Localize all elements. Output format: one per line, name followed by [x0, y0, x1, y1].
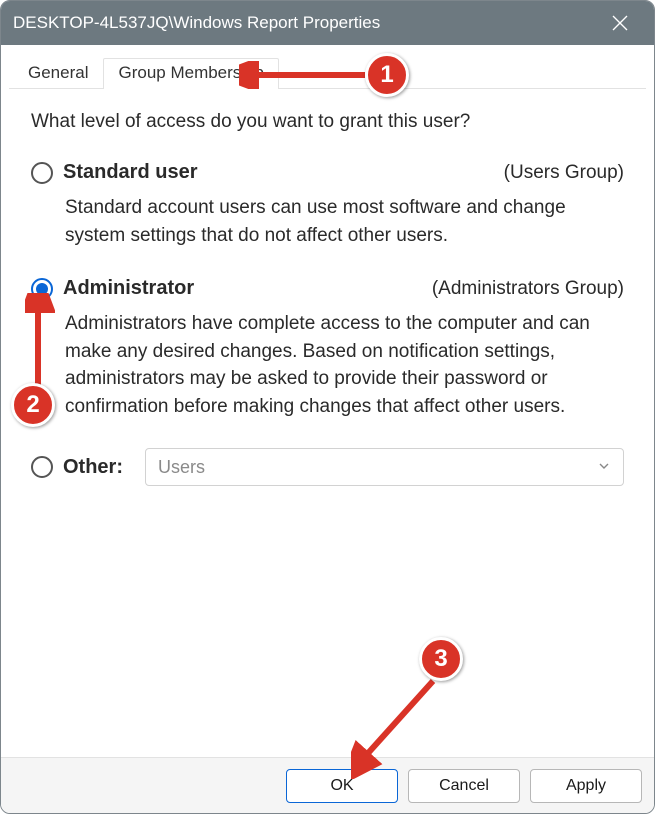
cancel-button[interactable]: Cancel	[408, 769, 520, 803]
properties-dialog: DESKTOP-4L537JQ\Windows Report Propertie…	[0, 0, 655, 814]
radio-standard-user[interactable]	[31, 162, 53, 184]
tab-group-membership[interactable]: Group Membership	[103, 58, 279, 89]
administrator-description: Administrators have complete access to t…	[65, 310, 624, 420]
chevron-down-icon	[597, 457, 611, 478]
dialog-button-bar: OK Cancel Apply	[1, 757, 654, 813]
tab-strip: General Group Membership	[1, 45, 654, 88]
tab-general[interactable]: General	[13, 58, 103, 89]
radio-administrator[interactable]	[31, 278, 53, 300]
annotation-badge-1: 1	[365, 53, 409, 97]
ok-button[interactable]: OK	[286, 769, 398, 803]
radio-row-other: Other: Users	[31, 448, 624, 486]
radio-administrator-label: Administrator	[63, 277, 194, 300]
annotation-badge-2: 2	[11, 383, 55, 427]
radio-other[interactable]	[31, 456, 53, 478]
radio-other-label: Other:	[63, 456, 123, 479]
radio-standard-label: Standard user	[63, 161, 197, 184]
window-title: DESKTOP-4L537JQ\Windows Report Propertie…	[13, 13, 598, 33]
close-icon	[612, 15, 628, 31]
other-group-combobox[interactable]: Users	[145, 448, 624, 486]
standard-group-label: (Users Group)	[504, 162, 624, 184]
administrator-group-label: (Administrators Group)	[432, 278, 624, 300]
tab-panel-group-membership: What level of access do you want to gran…	[9, 88, 646, 757]
apply-button[interactable]: Apply	[530, 769, 642, 803]
radio-row-administrator: Administrator (Administrators Group)	[31, 277, 624, 300]
other-group-value: Users	[158, 457, 205, 478]
access-prompt: What level of access do you want to gran…	[31, 111, 624, 133]
radio-dot-icon	[36, 283, 48, 295]
standard-description: Standard account users can use most soft…	[65, 194, 624, 249]
radio-row-standard: Standard user (Users Group)	[31, 161, 624, 184]
close-button[interactable]	[598, 1, 642, 45]
annotation-badge-3: 3	[419, 637, 463, 681]
titlebar: DESKTOP-4L537JQ\Windows Report Propertie…	[1, 1, 654, 45]
